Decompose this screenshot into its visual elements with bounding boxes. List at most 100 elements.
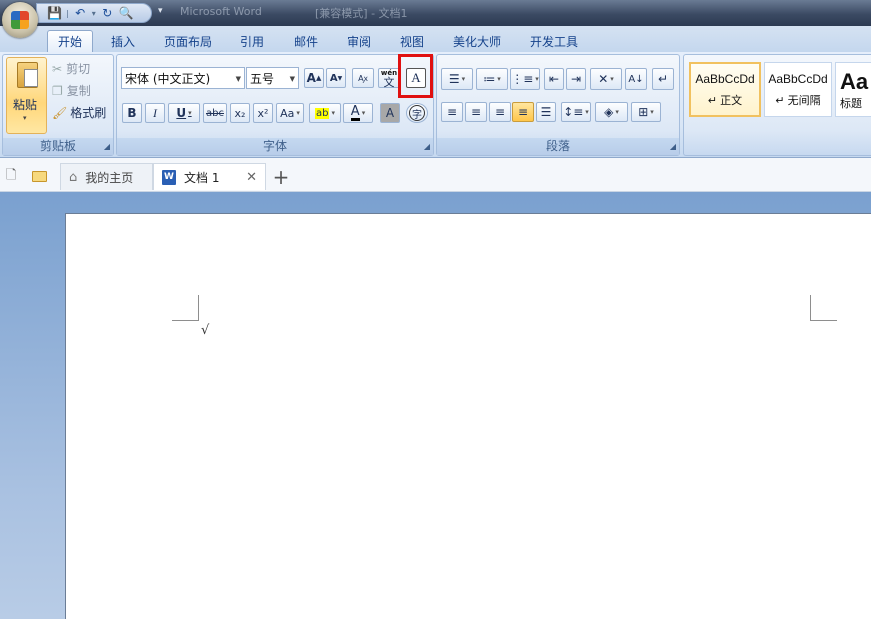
grow-font-button[interactable]: A ▲	[304, 68, 324, 88]
style-no-spacing[interactable]: AaBbCcDd ↵ 无间隔	[764, 62, 832, 117]
bullet-list-icon: ☰	[448, 72, 460, 86]
copy-button[interactable]: ❐ 复制	[52, 82, 91, 99]
font-group-label: 字体	[117, 138, 433, 155]
cut-button[interactable]: ✂ 剪切	[52, 60, 90, 77]
increase-indent-icon: ⇥	[570, 72, 582, 86]
style-normal[interactable]: AaBbCcDd ↵ 正文	[689, 62, 761, 117]
asian-layout-button[interactable]: ✕ ▾	[590, 68, 622, 90]
paste-button[interactable]: 粘贴 ▾	[6, 57, 47, 134]
italic-button[interactable]: I	[145, 103, 165, 123]
distributed-button[interactable]: ☰	[536, 102, 556, 122]
open-folder-icon[interactable]	[32, 163, 50, 190]
subscript-button[interactable]: x₂	[230, 103, 250, 123]
undo-dropdown-icon[interactable]: ▾	[92, 9, 96, 18]
decrease-indent-button[interactable]: ⇤	[544, 68, 564, 90]
strikethrough-icon: abc	[206, 107, 224, 119]
dialog-launcher-icon[interactable]: ◢	[104, 142, 110, 151]
underline-button[interactable]: U ▾	[168, 103, 200, 123]
bold-icon: B	[127, 106, 137, 120]
save-icon[interactable]: 💾	[47, 6, 62, 21]
home-tab-label: 我的主页	[85, 170, 134, 185]
font-color-icon: A	[350, 104, 360, 121]
redo-icon[interactable]: ↻	[100, 6, 115, 21]
format-painter-label: 格式刷	[70, 106, 107, 120]
shading-button[interactable]: ◈ ▾	[595, 102, 628, 122]
character-shading-button[interactable]: A	[380, 103, 400, 123]
tab-view[interactable]: 视图	[392, 30, 432, 52]
document-tab-label: 文档 1	[184, 170, 220, 185]
align-right-button[interactable]: ≡	[489, 102, 511, 122]
font-name-combo[interactable]: 宋体 (中文正文) ▼	[121, 67, 245, 89]
style-name: 标题	[840, 97, 862, 110]
strikethrough-button[interactable]: abc	[203, 103, 227, 123]
new-tab-button[interactable]: +	[268, 163, 294, 190]
tab-mailings[interactable]: 邮件	[286, 30, 326, 52]
office-button[interactable]	[2, 2, 38, 38]
highlight-annotation-box	[398, 54, 433, 98]
word-document-icon: W	[162, 169, 176, 185]
font-color-button[interactable]: A ▾	[343, 103, 373, 123]
style-name: ↵ 无间隔	[775, 94, 821, 107]
tab-document-1[interactable]: W 文档 1 ✕	[153, 163, 266, 190]
enclose-characters-button[interactable]: 字	[406, 103, 428, 123]
increase-indent-button[interactable]: ⇥	[566, 68, 586, 90]
clear-formatting-icon: Aꭗ	[358, 73, 368, 83]
tab-references[interactable]: 引用	[232, 30, 272, 52]
justify-button[interactable]: ≡	[512, 102, 534, 122]
font-size-value: 五号	[250, 71, 275, 86]
paint-bucket-icon: ◈	[604, 105, 614, 119]
sort-button[interactable]: A↓	[625, 68, 647, 90]
chevron-down-icon: ▼	[289, 75, 295, 83]
tab-page-layout[interactable]: 页面布局	[157, 30, 219, 52]
paste-icon	[17, 62, 38, 88]
paragraph-dialog-launcher-icon[interactable]: ◢	[670, 142, 676, 151]
line-spacing-button[interactable]: ↕≡ ▾	[561, 102, 591, 122]
paragraph-group-label: 段落	[437, 138, 679, 155]
tab-review[interactable]: 审阅	[339, 30, 379, 52]
text-highlight-button[interactable]: ab ▾	[309, 103, 341, 123]
show-marks-button[interactable]: ↵	[652, 68, 674, 90]
bold-button[interactable]: B	[122, 103, 142, 123]
font-size-combo[interactable]: 五号 ▼	[246, 67, 299, 89]
enclose-characters-icon: 字	[409, 105, 425, 121]
decrease-indent-icon: ⇤	[548, 72, 560, 86]
tab-insert[interactable]: 插入	[103, 30, 143, 52]
document-page[interactable]: √	[65, 213, 871, 619]
tab-my-homepage[interactable]: ⌂ 我的主页	[60, 163, 153, 190]
align-center-button[interactable]: ≡	[465, 102, 487, 122]
tab-home[interactable]: 开始	[47, 30, 93, 52]
font-dialog-launcher-icon[interactable]: ◢	[424, 142, 430, 151]
bullets-button[interactable]: ☰ ▾	[441, 68, 473, 90]
print-preview-icon[interactable]: 🔍	[119, 6, 134, 21]
style-preview: AaBbCcDd	[768, 71, 828, 86]
paragraph-mark-icon: ↵	[657, 72, 669, 86]
close-tab-icon[interactable]: ✕	[246, 170, 257, 185]
clear-formatting-button[interactable]: Aꭗ	[352, 68, 374, 88]
change-case-button[interactable]: Aa ▾	[276, 103, 304, 123]
home-icon: ⌂	[69, 169, 78, 185]
window-title-blurred-2: [兼容模式] - 文档1	[315, 7, 408, 20]
superscript-button[interactable]: x²	[253, 103, 273, 123]
paste-dropdown-icon: ▾	[23, 114, 27, 122]
multilevel-list-button[interactable]: ⋮≡ ▾	[510, 68, 540, 90]
borders-button[interactable]: ⊞ ▾	[631, 102, 661, 122]
format-painter-button[interactable]: 🖌 格式刷	[52, 104, 106, 121]
distributed-icon: ☰	[540, 105, 552, 119]
sort-az-icon: A↓	[628, 73, 644, 85]
shrink-font-button[interactable]: A ▼	[326, 68, 346, 88]
numbering-button[interactable]: ≔ ▾	[476, 68, 508, 90]
undo-icon[interactable]: ↶	[73, 6, 88, 21]
customize-qat-icon[interactable]: ▾	[158, 6, 163, 16]
office-logo-icon	[11, 11, 29, 29]
phonetic-guide-button[interactable]: wén 文	[378, 68, 400, 88]
tab-developer[interactable]: 开发工具	[523, 30, 585, 52]
brush-icon: 🖌	[52, 105, 68, 120]
style-heading[interactable]: Aa 标题	[835, 62, 871, 117]
tab-beautify-master[interactable]: 美化大师	[446, 30, 508, 52]
cut-label: 剪切	[66, 62, 91, 76]
italic-icon: I	[153, 105, 157, 120]
align-left-button[interactable]: ≡	[441, 102, 463, 122]
new-document-icon[interactable]: 🗋	[6, 163, 24, 190]
margin-corner-top-right	[810, 295, 837, 321]
window-title-blurred: Microsoft Word	[180, 5, 262, 18]
